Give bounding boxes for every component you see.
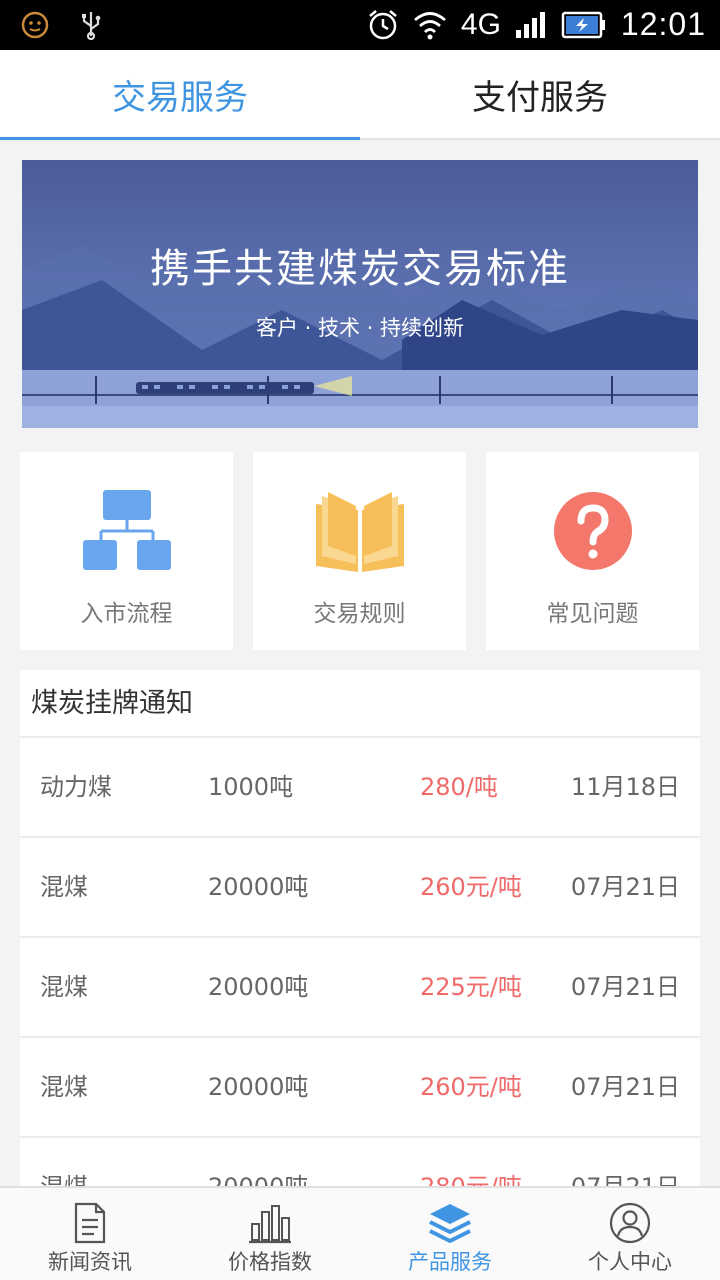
signal-icon xyxy=(515,11,545,38)
section-title: 煤炭挂牌通知 xyxy=(20,670,700,738)
layers-icon xyxy=(429,1204,471,1243)
usb-icon xyxy=(82,12,101,40)
nav-label: 新闻资讯 xyxy=(48,1250,132,1274)
nav-product-service[interactable]: 产品服务 xyxy=(360,1188,540,1280)
battery-charging-icon xyxy=(561,11,605,38)
listing-row[interactable]: 混煤 20000吨 225元/吨 07月21日 xyxy=(20,938,700,1038)
coal-type: 混煤 xyxy=(40,1073,88,1101)
date: 11月18日 xyxy=(570,773,680,801)
date: 07月21日 xyxy=(570,873,680,901)
faq-card[interactable]: 常见问题 xyxy=(486,452,699,650)
quantity: 20000吨 xyxy=(208,1138,308,1186)
card-label: 常见问题 xyxy=(546,601,639,627)
network-type: 4G xyxy=(460,7,501,41)
document-icon xyxy=(74,1202,106,1244)
price: 225元/吨 xyxy=(420,973,522,1001)
flowchart-icon xyxy=(82,490,171,570)
price: 280元/吨 xyxy=(420,1138,522,1186)
bar-chart-icon xyxy=(249,1205,291,1244)
banner-landscape-illustration xyxy=(22,160,698,428)
tab-payment-service[interactable]: 支付服务 xyxy=(360,50,720,138)
tab-header: 交易服务 支付服务 xyxy=(0,50,720,140)
banner-title: 携手共建煤炭交易标准 xyxy=(150,246,570,292)
listing-row[interactable]: 混煤 20000吨 260元/吨 07月21日 xyxy=(20,838,700,938)
book-icon xyxy=(315,492,404,572)
clock: 12:01 xyxy=(620,6,706,42)
price: 280/吨 xyxy=(420,773,498,801)
listing-row[interactable]: 混煤 20000吨 280元/吨 07月21日 xyxy=(20,1138,700,1186)
tab-label: 支付服务 xyxy=(472,77,608,118)
nav-personal-center[interactable]: 个人中心 xyxy=(540,1188,720,1280)
coal-type: 混煤 xyxy=(40,973,88,1001)
banner-subtitle: 客户 · 技术 · 持续创新 xyxy=(255,316,465,340)
nav-label: 价格指数 xyxy=(228,1250,312,1274)
price: 260元/吨 xyxy=(420,1073,522,1101)
user-icon xyxy=(609,1202,651,1244)
tab-trading-service[interactable]: 交易服务 xyxy=(0,50,360,140)
bottom-navigation: 新闻资讯 价格指数 产品服务 个人中心 xyxy=(0,1186,720,1280)
coal-listing-notice: 煤炭挂牌通知 动力煤 1000吨 280/吨 11月18日 混煤 20000吨 … xyxy=(20,670,700,1186)
coal-type: 混煤 xyxy=(40,1138,88,1186)
date: 07月21日 xyxy=(570,973,680,1001)
market-entry-process-card[interactable]: 入市流程 xyxy=(20,452,233,650)
listing-row[interactable]: 动力煤 1000吨 280/吨 11月18日 xyxy=(20,738,700,838)
nav-news[interactable]: 新闻资讯 xyxy=(0,1188,180,1280)
promo-banner[interactable]: 携手共建煤炭交易标准 客户 · 技术 · 持续创新 xyxy=(22,160,698,428)
quantity: 20000吨 xyxy=(208,1073,309,1101)
question-icon xyxy=(553,492,632,570)
coal-type: 混煤 xyxy=(40,873,88,901)
card-label: 交易规则 xyxy=(313,601,406,627)
coal-type: 动力煤 xyxy=(40,773,112,801)
wifi-icon xyxy=(413,11,446,39)
date: 07月21日 xyxy=(570,1073,680,1101)
quantity: 20000吨 xyxy=(208,973,309,1001)
nav-label: 个人中心 xyxy=(588,1250,672,1274)
face-icon xyxy=(21,11,49,39)
price: 260元/吨 xyxy=(420,873,522,901)
alarm-icon xyxy=(369,9,397,39)
quantity: 1000吨 xyxy=(208,773,294,801)
date: 07月21日 xyxy=(571,1138,680,1186)
trading-rules-card[interactable]: 交易规则 xyxy=(253,452,466,650)
listing-row[interactable]: 混煤 20000吨 260元/吨 07月21日 xyxy=(20,1038,700,1138)
quick-links: 入市流程 交易规则 常见问题 xyxy=(20,452,700,650)
nav-price-index[interactable]: 价格指数 xyxy=(180,1188,360,1280)
card-label: 入市流程 xyxy=(80,601,173,627)
nav-label: 产品服务 xyxy=(408,1250,492,1274)
tab-label: 交易服务 xyxy=(112,77,248,118)
status-bar: 4G 12:01 xyxy=(0,0,720,50)
quantity: 20000吨 xyxy=(208,873,309,901)
